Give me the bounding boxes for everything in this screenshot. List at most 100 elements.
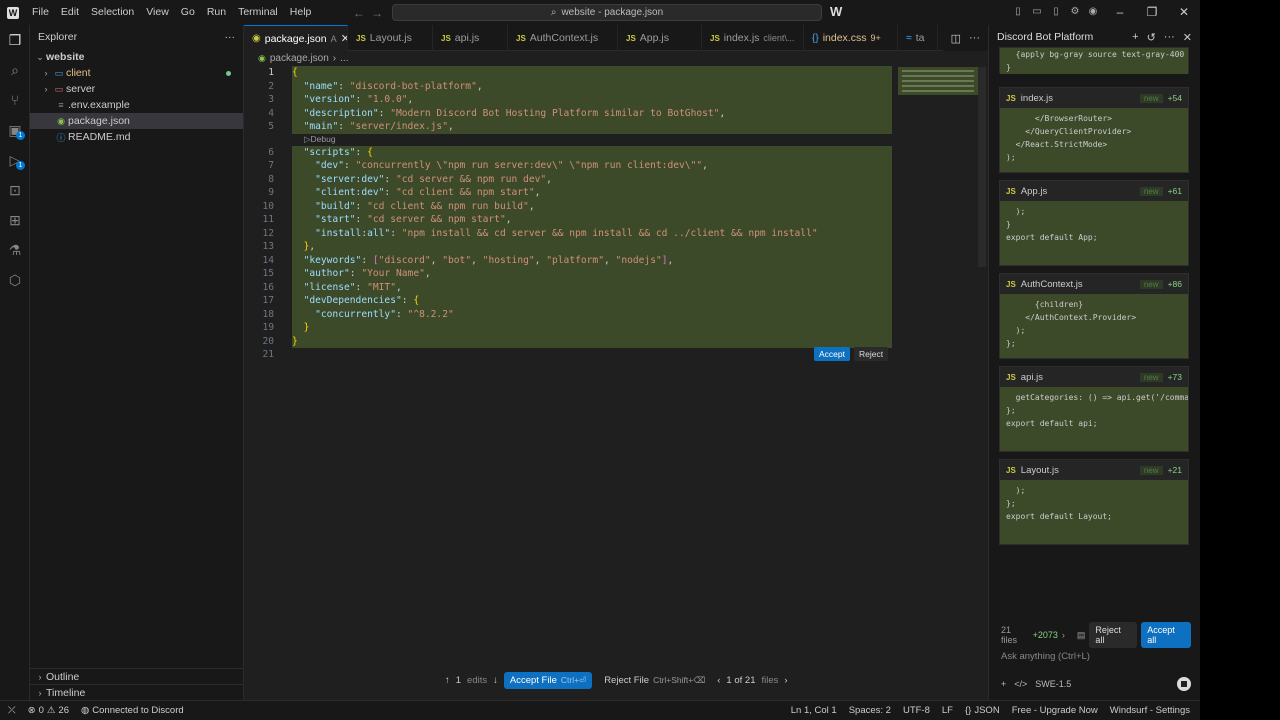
explorer-icon[interactable]: ❐ <box>0 25 30 55</box>
run-debug-icon[interactable]: ▷ 1 <box>0 145 30 175</box>
problems-indicator[interactable]: ⊗ 0 ⚠ 26 <box>22 705 75 716</box>
changed-file-header[interactable]: JS AuthContext.js new +86 <box>1000 274 1188 294</box>
menu-help[interactable]: Help <box>284 0 318 25</box>
close-icon[interactable]: ✕ <box>1168 0 1200 25</box>
extensions-icon[interactable]: ⊞ <box>0 205 30 235</box>
tab-authcontext-js[interactable]: JS AuthContext.js <box>508 25 618 51</box>
outline-section[interactable]: › Outline <box>30 668 244 684</box>
more-actions-icon[interactable]: ··· <box>969 32 980 44</box>
diff-preview-line: }; <box>1006 339 1016 348</box>
windsurf-settings[interactable]: Windsurf - Settings <box>1104 705 1200 716</box>
indentation[interactable]: Spaces: 2 <box>843 705 897 716</box>
changed-file-card[interactable]: JS AuthContext.js new +86 {children} </Auth… <box>999 273 1189 359</box>
close-icon[interactable]: ✕ <box>341 32 347 45</box>
code-line: 13 }, <box>244 240 894 254</box>
arrow-down-icon[interactable]: ↓ <box>493 675 498 686</box>
plus-icon[interactable]: + <box>1132 31 1138 44</box>
tab-layout-js[interactable]: JS Layout.js <box>348 25 433 51</box>
reject-all-button[interactable]: Reject all <box>1089 622 1138 648</box>
tree-item-readme[interactable]: ⓘ README.md <box>30 129 243 145</box>
breadcrumb: ◉ package.json › ... <box>244 51 988 65</box>
accept-file-button[interactable]: Accept File Ctrl+⏎ <box>503 671 593 689</box>
language-mode[interactable]: {} JSON <box>959 705 1006 716</box>
tab-app-js[interactable]: JS App.js <box>618 25 702 51</box>
tab-overflow[interactable]: ≈ ta <box>898 25 938 51</box>
tab-api-js[interactable]: JS api.js <box>433 25 508 51</box>
tree-item-client[interactable]: › ▭ client <box>30 65 243 81</box>
encoding[interactable]: UTF-8 <box>897 705 936 716</box>
code-icon[interactable]: </> <box>1014 679 1027 689</box>
changed-file-header[interactable]: JS Layout.js new +21 <box>1000 460 1188 480</box>
chat-input[interactable]: Ask anything (Ctrl+L) <box>1001 651 1090 662</box>
tree-root[interactable]: ⌄ website <box>30 49 243 65</box>
reject-file-button[interactable]: Reject File Ctrl+Shift+⌫ <box>598 672 711 689</box>
diff-preview-line: }; <box>1006 406 1016 415</box>
changed-file-card[interactable]: JS App.js new +61 );} export default App; <box>999 180 1189 266</box>
menu-file[interactable]: File <box>26 0 55 25</box>
minimize-icon[interactable]: – <box>1104 0 1136 25</box>
menu-terminal[interactable]: Terminal <box>232 0 284 25</box>
toggle-panel-icon[interactable]: ▭ <box>1031 6 1043 18</box>
discord-status[interactable]: ◍ Connected to Discord <box>75 705 190 716</box>
tree-item-env-example[interactable]: ≡ .env.example <box>30 97 243 113</box>
source-control-icon[interactable]: ⑂ <box>0 85 30 115</box>
menu-selection[interactable]: Selection <box>85 0 140 25</box>
tree-item-server[interactable]: › ▭ server <box>30 81 243 97</box>
changed-file-card[interactable]: JS Layout.js new +21 );}; export default Lay… <box>999 459 1189 545</box>
reject-button[interactable]: Reject <box>854 347 889 361</box>
more-actions-icon[interactable]: ··· <box>1164 31 1175 44</box>
changed-file-header[interactable]: JS index.js new +54 <box>1000 88 1188 108</box>
close-icon[interactable]: ✕ <box>1183 31 1192 44</box>
model-selector[interactable]: SWE-1.5 <box>1035 679 1071 689</box>
windsurf-icon[interactable]: ▣ 1 <box>0 115 30 145</box>
changed-file-card[interactable]: JS index.js new +54 </BrowserRouter> </Quer… <box>999 87 1189 173</box>
menu-go[interactable]: Go <box>175 0 201 25</box>
inline-diff-actions: Accept Reject <box>814 347 889 361</box>
changed-file-card[interactable]: JS api.js new +73 getCategories: () => api.… <box>999 366 1189 452</box>
breadcrumb-more[interactable]: ... <box>340 53 348 64</box>
minimap[interactable] <box>898 67 978 95</box>
containers-icon[interactable]: ⬡ <box>0 265 30 295</box>
toggle-secondary-sidebar-icon[interactable]: ▯ <box>1050 6 1062 18</box>
plus-icon[interactable]: + <box>1001 679 1006 689</box>
split-editor-icon[interactable]: ◫ <box>951 32 961 45</box>
tab-index-css[interactable]: {} index.css 9+ <box>804 25 898 51</box>
toggle-sidebar-icon[interactable]: ▯ <box>1012 6 1024 18</box>
editor-scrollbar[interactable] <box>978 67 986 267</box>
chevron-right-icon[interactable]: › <box>784 675 787 686</box>
stop-button[interactable] <box>1177 677 1191 691</box>
tree-item-package-json[interactable]: ◉ package.json <box>30 113 243 129</box>
line-ending[interactable]: LF <box>936 705 959 716</box>
document-icon[interactable]: ▤ <box>1077 630 1086 641</box>
accept-all-button[interactable]: Accept all <box>1141 622 1191 648</box>
forward-arrow-icon[interactable]: → <box>366 6 388 20</box>
gear-icon[interactable]: ⚙ <box>1069 6 1081 18</box>
changed-file-header[interactable]: JS App.js new +61 <box>1000 181 1188 201</box>
accept-button[interactable]: Accept <box>814 347 850 361</box>
tab-index-js[interactable]: JS index.js client\... <box>702 25 804 51</box>
search-icon[interactable]: ⌕ <box>0 55 30 85</box>
timeline-section[interactable]: › Timeline <box>30 684 244 700</box>
windsurf-logo-icon[interactable]: W <box>830 4 842 19</box>
chevron-left-icon[interactable]: ‹ <box>717 675 720 686</box>
command-center[interactable]: ⌕ website - package.json <box>392 4 822 21</box>
chevron-right-icon: › <box>44 68 48 78</box>
menu-view[interactable]: View <box>140 0 175 25</box>
menu-edit[interactable]: Edit <box>55 0 85 25</box>
upgrade-link[interactable]: Free - Upgrade Now <box>1006 705 1104 716</box>
account-icon[interactable]: ◉ <box>1087 6 1099 18</box>
remote-icon[interactable]: ⊡ <box>0 175 30 205</box>
menu-run[interactable]: Run <box>201 0 232 25</box>
changed-file-header[interactable]: JS api.js new +73 <box>1000 367 1188 387</box>
history-icon[interactable]: ↺ <box>1147 31 1156 44</box>
chevron-right-icon[interactable]: › <box>1062 630 1065 640</box>
maximize-icon[interactable]: ❐ <box>1136 0 1168 25</box>
tab-package-json[interactable]: ◉ package.json A ✕ <box>244 25 348 51</box>
arrow-up-icon[interactable]: ↑ <box>445 675 450 686</box>
breadcrumb-file[interactable]: package.json <box>270 53 329 64</box>
more-actions-icon[interactable]: ··· <box>225 31 236 43</box>
remote-icon[interactable]: ⤫ <box>0 705 22 716</box>
debug-codelens[interactable]: ▷Debug <box>304 134 336 145</box>
testing-icon[interactable]: ⚗ <box>0 235 30 265</box>
cursor-position[interactable]: Ln 1, Col 1 <box>785 705 843 716</box>
